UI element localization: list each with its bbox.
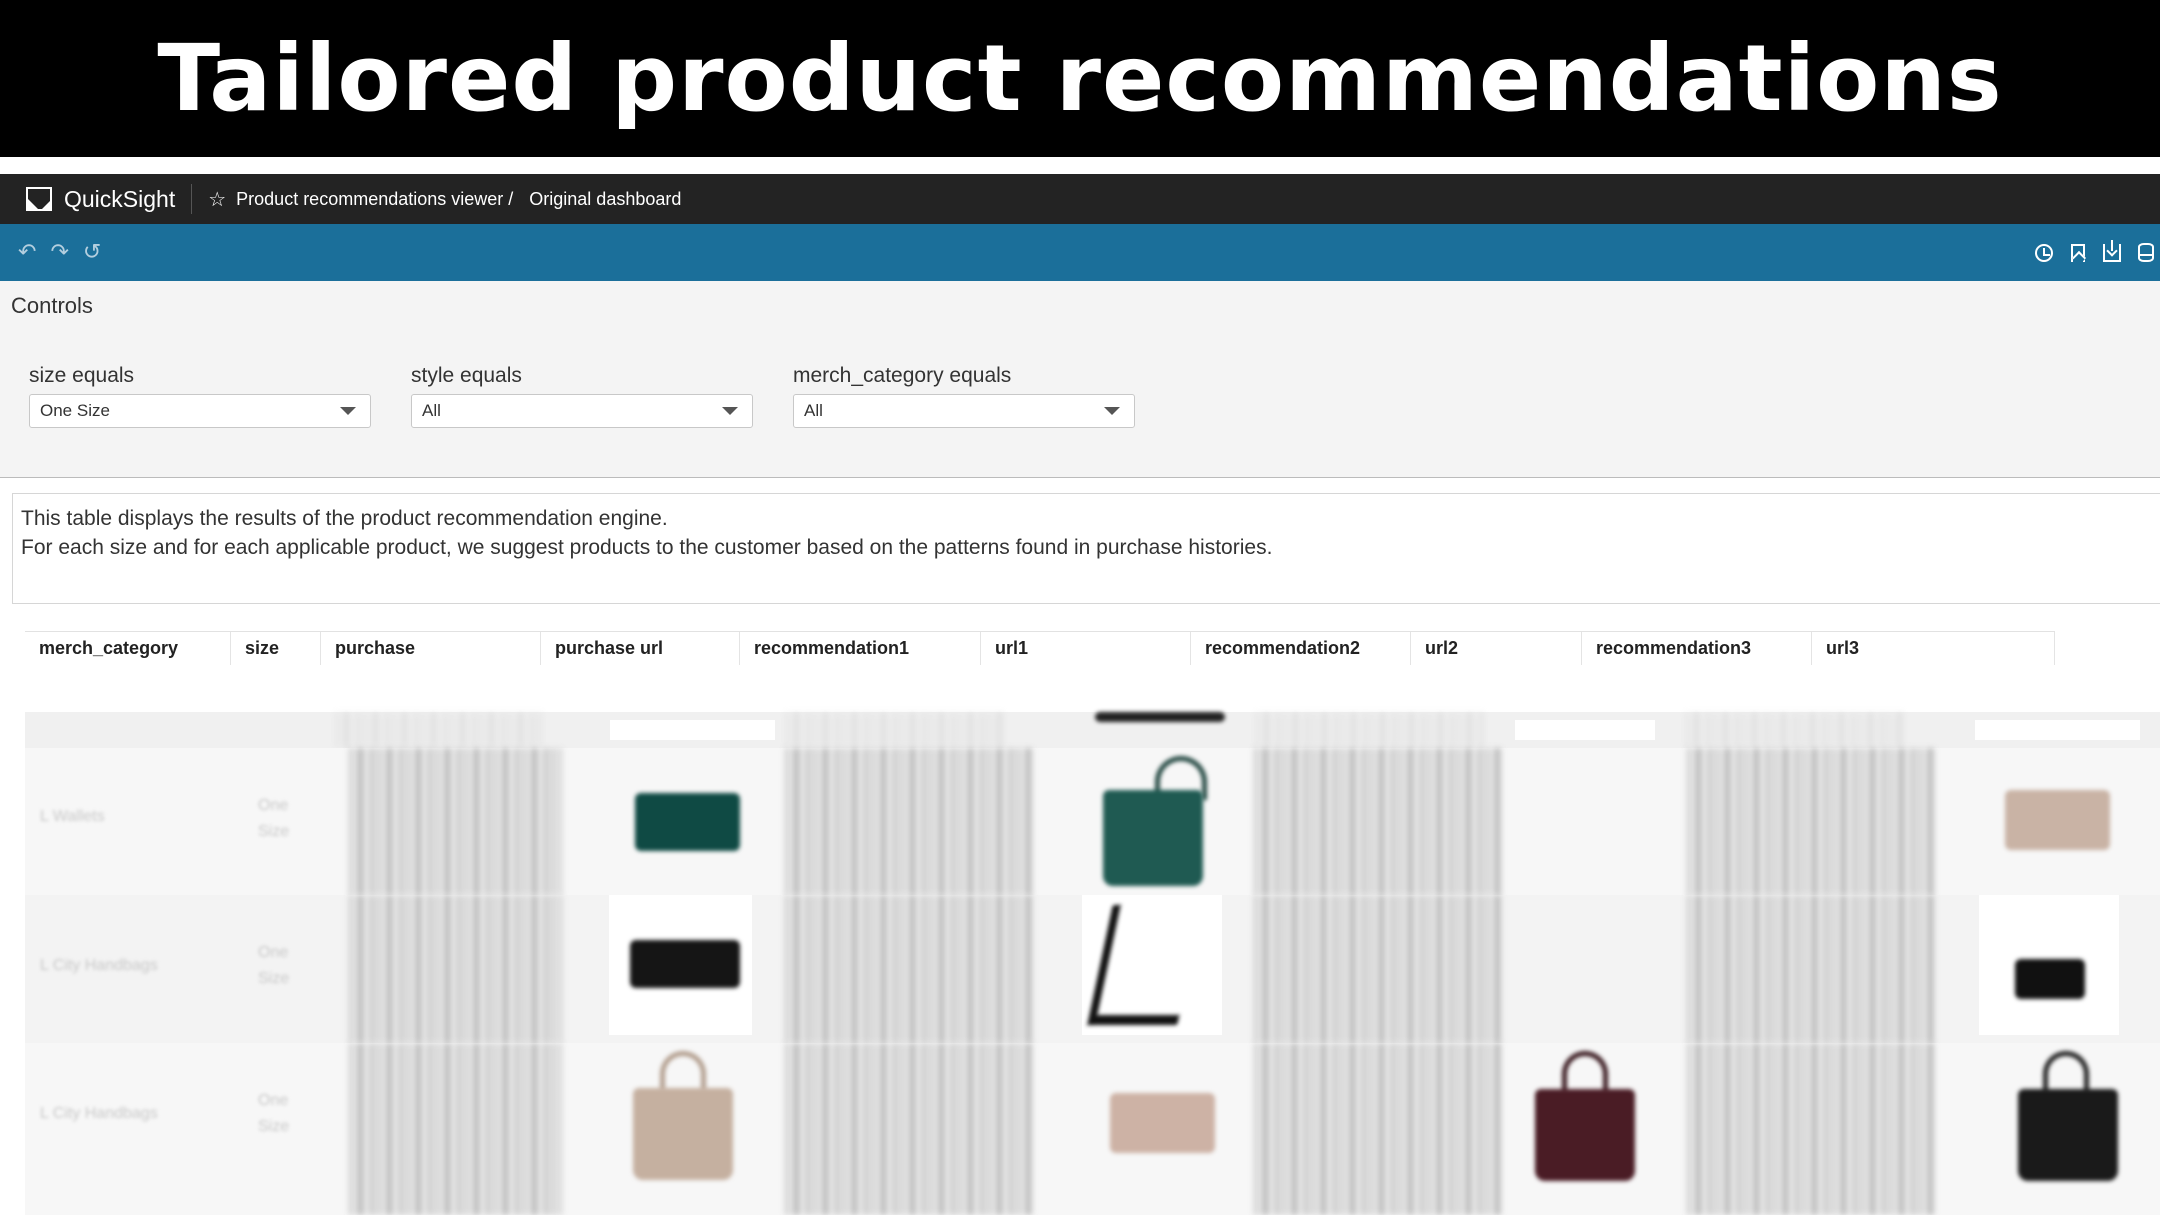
dashboard-toolbar: ↶ ↷ ↺ (0, 224, 2160, 281)
table-header: merch_category size purchase purchase ur… (25, 631, 2055, 665)
column-header-recommendation1[interactable]: recommendation1 (740, 632, 981, 665)
row-merch-category: L Wallets (40, 808, 105, 825)
app-name: QuickSight (64, 185, 176, 212)
column-header-merch-category[interactable]: merch_category (25, 632, 231, 665)
table-row[interactable]: L Wallets One Size (25, 748, 2160, 895)
merch-category-filter-label: merch_category equals (793, 364, 1012, 387)
breadcrumb-current[interactable]: Original dashboard (529, 189, 681, 210)
controls-title: Controls (11, 293, 93, 318)
product-image (635, 793, 740, 851)
merch-category-filter-select[interactable]: All (793, 394, 1135, 428)
controls-panel: Controls size equals One Size style equa… (0, 281, 2160, 478)
dataset-icon[interactable] (2136, 243, 2156, 263)
download-icon[interactable] (2102, 239, 2122, 263)
style-filter: style equals All (411, 364, 753, 428)
quicksight-logo-icon (26, 187, 52, 211)
product-image (2018, 1089, 2118, 1181)
column-header-size[interactable]: size (231, 632, 321, 665)
chevron-down-icon (1104, 407, 1120, 415)
table-row[interactable] (25, 712, 2160, 748)
row-merch-category: L City Handbags (40, 957, 158, 974)
merch-category-filter: merch_category equals All (793, 364, 1135, 428)
style-filter-label: style equals (411, 364, 522, 387)
description-line-2: For each size and for each applicable pr… (21, 536, 1273, 559)
description-textbox: This table displays the results of the p… (12, 493, 2160, 604)
chevron-down-icon (340, 407, 356, 415)
product-image (630, 940, 740, 988)
size-filter-select[interactable]: One Size (29, 394, 371, 428)
table-row[interactable]: L City Handbags One Size (25, 895, 2160, 1043)
size-filter-value: One Size (40, 401, 110, 420)
column-header-recommendation2[interactable]: recommendation2 (1191, 632, 1411, 665)
row-size: One Size (258, 797, 290, 840)
column-header-url1[interactable]: url1 (981, 632, 1191, 665)
breadcrumb-parent[interactable]: Product recommendations viewer / (236, 189, 513, 210)
product-image (1535, 1089, 1635, 1181)
app-logo[interactable]: QuickSight (26, 184, 193, 214)
row-merch-category: L City Handbags (40, 1105, 158, 1122)
product-image (1110, 1093, 1215, 1153)
bookmark-icon[interactable] (2068, 243, 2088, 263)
breadcrumb: ☆ Product recommendations viewer / Origi… (208, 187, 681, 212)
reset-icon[interactable]: ↺ (83, 240, 101, 265)
chevron-down-icon (722, 407, 738, 415)
size-filter-label: size equals (29, 364, 135, 387)
column-header-recommendation3[interactable]: recommendation3 (1582, 632, 1812, 665)
column-header-url3[interactable]: url3 (1812, 632, 2055, 665)
style-filter-value: All (422, 401, 441, 420)
undo-icon[interactable]: ↶ (18, 240, 36, 265)
banner-title: Tailored product recommendations (157, 25, 2003, 132)
product-image (633, 1088, 733, 1180)
merch-category-filter-value: All (804, 401, 823, 420)
size-filter: size equals One Size (29, 364, 371, 428)
column-header-url2[interactable]: url2 (1411, 632, 1582, 665)
product-image (2005, 790, 2110, 850)
row-size: One Size (258, 944, 290, 987)
table-body: L Wallets One Size L City Handbags One S… (25, 712, 2160, 1215)
favorite-star-icon[interactable]: ☆ (208, 187, 226, 212)
clock-icon[interactable] (2034, 243, 2054, 263)
title-banner: Tailored product recommendations (0, 0, 2160, 157)
app-header: QuickSight ☆ Product recommendations vie… (0, 174, 2160, 224)
product-image (1103, 790, 1203, 886)
column-header-purchase[interactable]: purchase (321, 632, 541, 665)
product-image (2015, 959, 2085, 999)
style-filter-select[interactable]: All (411, 394, 753, 428)
table-row[interactable]: L City Handbags One Size (25, 1043, 2160, 1215)
row-size: One Size (258, 1092, 290, 1135)
column-header-purchase-url[interactable]: purchase url (541, 632, 740, 665)
redo-icon[interactable]: ↷ (50, 240, 68, 265)
description-line-1: This table displays the results of the p… (21, 507, 668, 530)
